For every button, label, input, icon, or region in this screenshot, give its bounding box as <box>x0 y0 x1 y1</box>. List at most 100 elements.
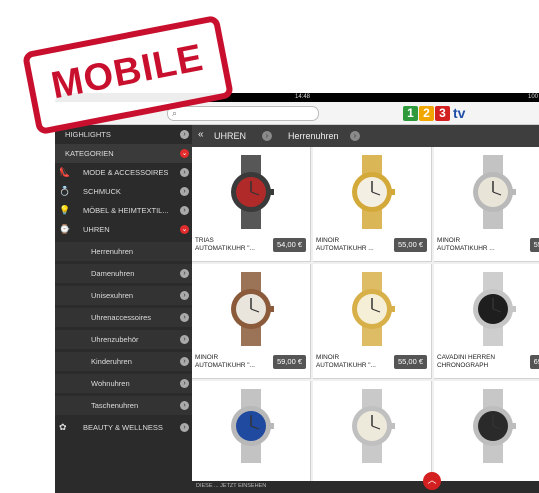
sidebar-item[interactable]: 👠 MODE & ACCESSOIRES › <box>55 163 192 182</box>
logo-digit-2: 2 <box>419 105 434 121</box>
product-card[interactable]: MINOIRAUTOMATIKUHR ... 55, <box>434 147 539 262</box>
watch-icon <box>352 155 395 229</box>
sidebar-item-label: Herrenuhren <box>91 247 134 256</box>
sidebar-item[interactable]: ✿ BEAUTY & WELLNESS › <box>55 418 192 437</box>
chevron-right-icon: › <box>180 379 189 388</box>
product-card[interactable]: MINOIR AUTOMATIKUHR ... 55,00 € <box>313 147 432 262</box>
chevron-down-icon: ⌄ <box>180 149 189 158</box>
sidebar-item[interactable]: Uhrenaccessoires › <box>55 308 192 327</box>
scroll-up-button[interactable]: ︿ <box>423 472 441 490</box>
logo[interactable]: 1 2 3 tv <box>403 105 465 121</box>
logo-suffix: tv <box>453 105 466 121</box>
chevron-right-icon: › <box>180 206 189 215</box>
product-card[interactable]: TRIAS AUTOMATIKUHR "... 54,00 € <box>192 147 311 262</box>
breadcrumb: « UHREN › Herrenuhren › <box>192 125 539 147</box>
product-name: MINOIR <box>195 354 219 361</box>
beauty-icon: ✿ <box>59 422 67 432</box>
logo-digit-1: 1 <box>403 105 418 121</box>
product-subtitle: AUTOMATIKUHR ... <box>437 245 495 252</box>
watch-icon <box>473 389 516 463</box>
sidebar-item-label: BEAUTY & WELLNESS <box>83 423 163 432</box>
tablet-screen: 14:48 100 % ⌕ 1 2 3 tv HIGHLIGHTS › KATEGO… <box>55 93 539 493</box>
product-card[interactable] <box>313 381 432 493</box>
price-tag: 69, <box>529 355 539 369</box>
sidebar-item-label: KATEGORIEN <box>65 149 114 158</box>
sidebar-item-label: Wohnuhren <box>91 379 130 388</box>
price-tag: 55,00 € <box>393 355 427 369</box>
watch-icon <box>352 272 395 346</box>
product-card[interactable]: CAVADINI HERRENCHRONOGRAPH 69, <box>434 264 539 379</box>
chevron-right-icon: › <box>180 269 189 278</box>
product-card[interactable]: MINOIR AUTOMATIKUHR "... 59,00 € <box>192 264 311 379</box>
sidebar-item[interactable]: Uhrenzubehör › <box>55 330 192 349</box>
product-area: « UHREN › Herrenuhren › TRIAS AUTOMATIKUH… <box>192 125 539 493</box>
sidebar-item[interactable]: Wohnuhren › <box>55 374 192 393</box>
product-name: MINOIR <box>437 237 461 244</box>
chevron-right-icon: › <box>180 357 189 366</box>
chevron-right-icon: › <box>180 291 189 300</box>
product-name: TRIAS <box>195 237 214 244</box>
chevron-right-icon: › <box>180 423 189 432</box>
ring-icon: 💍 <box>59 186 71 196</box>
product-name: CAVADINI HERREN <box>437 354 495 361</box>
watch-icon: ⌚ <box>59 224 71 234</box>
product-card[interactable] <box>192 381 311 493</box>
watch-icon <box>231 272 274 346</box>
promo-text[interactable]: DIESE ... JETZT EINSEHEN <box>196 483 266 489</box>
chevron-right-icon: › <box>180 187 189 196</box>
sidebar-item[interactable]: Damenuhren › <box>55 264 192 283</box>
sidebar-item-label: SCHMUCK <box>83 187 121 196</box>
product-subtitle: AUTOMATIKUHR "... <box>195 362 255 369</box>
status-battery: 100 % <box>527 94 539 100</box>
sidebar-item[interactable]: Kinderuhren › <box>55 352 192 371</box>
sidebar-item[interactable]: ⌚ UHREN ⌄ <box>55 220 192 239</box>
sidebar-item-label: Kinderuhren <box>91 357 132 366</box>
sidebar-item[interactable]: KATEGORIEN ⌄ <box>55 144 192 163</box>
breadcrumb-level2[interactable]: Herrenuhren <box>288 131 339 141</box>
stamp-text: MOBILE <box>47 36 207 108</box>
watch-icon <box>352 389 395 463</box>
price-tag: 54,00 € <box>272 238 306 252</box>
sidebar-item-label: Uhrenaccessoires <box>91 313 152 322</box>
breadcrumb-level1[interactable]: UHREN <box>214 131 246 141</box>
sidebar-item[interactable]: 💍 SCHMUCK › <box>55 182 192 201</box>
sidebar-item-label: MODE & ACCESSOIRES <box>83 168 169 177</box>
product-name: MINOIR <box>316 237 340 244</box>
sidebar-item[interactable]: Herrenuhren <box>55 242 192 261</box>
sidebar-item[interactable]: Unisexuhren › <box>55 286 192 305</box>
price-tag: 55,00 € <box>393 238 427 252</box>
product-card[interactable] <box>434 381 539 493</box>
logo-digit-3: 3 <box>435 105 450 121</box>
status-time: 14:48 <box>295 94 311 100</box>
search-icon: ⌕ <box>172 108 178 118</box>
watch-icon <box>231 389 274 463</box>
back-icon[interactable]: « <box>198 129 204 140</box>
sidebar-item-label: Damenuhren <box>91 269 135 278</box>
chevron-right-icon: › <box>180 401 189 410</box>
product-subtitle: AUTOMATIKUHR "... <box>316 362 376 369</box>
search-input[interactable]: ⌕ <box>167 106 319 121</box>
sidebar-item-label: Taschenuhren <box>91 401 139 410</box>
watch-icon <box>473 155 516 229</box>
chevron-right-icon: › <box>180 168 189 177</box>
lamp-icon: 💡 <box>59 205 71 215</box>
sidebar-item-label: UHREN <box>83 225 110 234</box>
sidebar-item-label: Unisexuhren <box>91 291 134 300</box>
chevron-right-icon: › <box>350 131 360 141</box>
product-subtitle: AUTOMATIKUHR ... <box>316 245 374 252</box>
sidebar-item-label: HIGHLIGHTS <box>65 130 111 139</box>
chevron-down-icon: ⌄ <box>180 225 189 234</box>
price-tag: 59,00 € <box>272 355 306 369</box>
product-subtitle: AUTOMATIKUHR "... <box>195 245 255 252</box>
category-sidebar: HIGHLIGHTS › KATEGORIEN ⌄ 👠 MODE & ACCESSOIRE… <box>55 125 192 493</box>
watch-icon <box>473 272 516 346</box>
chevron-right-icon: › <box>262 131 272 141</box>
price-tag: 55, <box>529 238 539 252</box>
sidebar-item[interactable]: Taschenuhren › <box>55 396 192 415</box>
sidebar-item[interactable]: 💡 MÖBEL & HEIMTEXTIL... › <box>55 201 192 220</box>
sidebar-item-label: MÖBEL & HEIMTEXTIL... <box>83 206 169 215</box>
shoe-icon: 👠 <box>59 167 71 177</box>
bottom-bar: DIESE ... JETZT EINSEHEN ︿ <box>192 472 539 493</box>
chevron-right-icon: › <box>180 313 189 322</box>
product-card[interactable]: MINOIR AUTOMATIKUHR "... 55,00 € <box>313 264 432 379</box>
